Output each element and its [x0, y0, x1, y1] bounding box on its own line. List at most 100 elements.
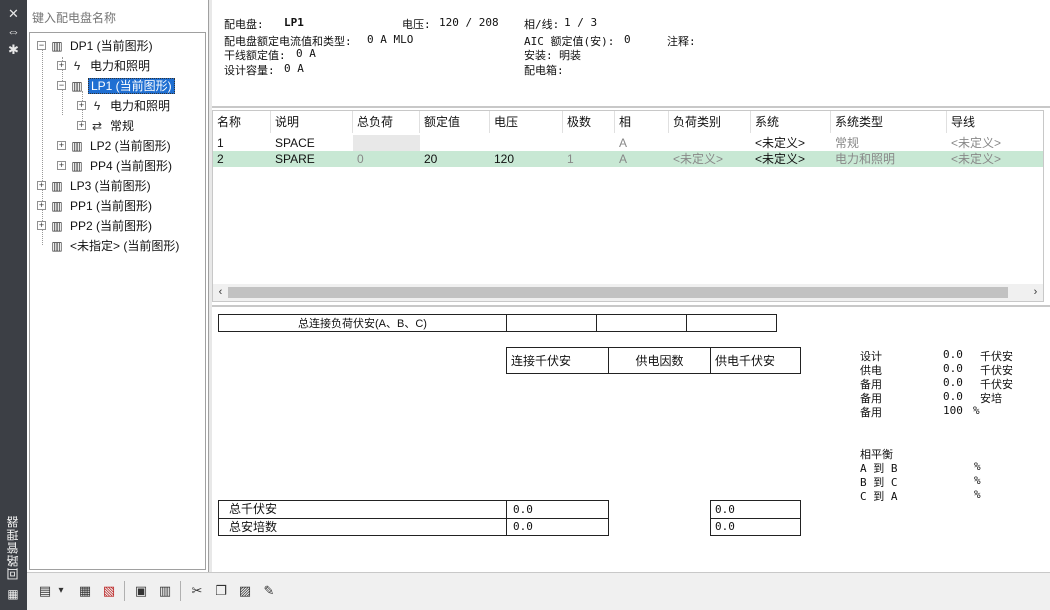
- settings-icon[interactable]: ✱: [6, 42, 21, 57]
- total-connected-label: 总连接负荷伏安(A、B、C): [219, 315, 507, 331]
- panel-label: 配电盘:: [224, 18, 264, 31]
- column-header-system[interactable]: 系统: [751, 111, 831, 133]
- paste-icon[interactable]: ▨: [235, 581, 255, 601]
- column-header-phase[interactable]: 相: [615, 111, 669, 133]
- panel-icon: ▥: [71, 158, 83, 173]
- mount-label: 安装:: [524, 49, 553, 62]
- note-label: 注释:: [667, 35, 696, 48]
- copy-circuit-button[interactable]: ▣: [131, 581, 151, 601]
- table-row[interactable]: 2 SPARE 0 20 120 1 A <未定义> <未定义> 电力和照明 <…: [213, 151, 1043, 167]
- column-header-system-type[interactable]: 系统类型: [831, 111, 947, 133]
- spare-percent-unit: %: [973, 404, 980, 417]
- tree-item-unassigned[interactable]: ▥ <未指定> (当前图形): [50, 235, 181, 255]
- tree-item-lp1-power[interactable]: + ϟ 电力和照明: [77, 95, 172, 115]
- phase-label: 相/线:: [524, 18, 560, 31]
- new-panel-dropdown-icon[interactable]: ▾: [55, 581, 67, 601]
- column-header-load-category[interactable]: 负荷类别: [669, 111, 751, 133]
- spare-percent-value: 100: [943, 404, 963, 417]
- tree-item-pp1[interactable]: + ▥ PP1 (当前图形): [37, 195, 154, 215]
- horizontal-scrollbar[interactable]: ‹ ›: [213, 284, 1043, 301]
- design-capacity-value: 0 A: [284, 62, 304, 75]
- table-row[interactable]: 1 SPACE A <未定义> 常规 <未定义>: [213, 135, 1043, 151]
- design-capacity-label: 设计容量:: [224, 64, 275, 77]
- expand-icon[interactable]: +: [37, 201, 46, 211]
- demand-total-amps-value: 0.0: [715, 520, 735, 533]
- panel-icon: ▥: [51, 178, 63, 193]
- collapse-icon[interactable]: −: [57, 81, 66, 91]
- balance-ca-label: C 到 A: [860, 490, 898, 503]
- collapse-icon[interactable]: −: [37, 41, 46, 51]
- supply-value: 0.0: [943, 362, 963, 375]
- tree-view[interactable]: − ▥ DP1 (当前图形) + ϟ 电力和照明 − ▥ LP1 (当前图形) + ϟ 电力和照…: [29, 32, 206, 570]
- expand-icon[interactable]: +: [57, 161, 66, 171]
- expand-icon[interactable]: +: [57, 61, 66, 71]
- tree-item-lp1[interactable]: − ▥ LP1 (当前图形): [57, 75, 175, 95]
- column-header-description[interactable]: 说明: [271, 111, 353, 133]
- expand-icon[interactable]: +: [77, 101, 86, 111]
- total-kva-label: 总千伏安: [219, 501, 507, 518]
- paste-circuit-button[interactable]: ▥: [155, 581, 175, 601]
- column-header-poles[interactable]: 极数: [563, 111, 615, 133]
- phase-c-load: [687, 315, 777, 331]
- tree-item-dp1-power[interactable]: + ϟ 电力和照明: [57, 55, 152, 75]
- scroll-left-icon[interactable]: ‹: [213, 284, 228, 301]
- title-strip: ✕ ⇔ ✱ 回路管理器 ▦: [0, 0, 27, 610]
- total-amps-label: 总安培数: [219, 519, 507, 535]
- circuit-grid[interactable]: 名称 说明 总负荷 额定值 电压 极数 相 负荷类别 系统 系统类型 导线 1 …: [212, 110, 1044, 302]
- demand-factor-label: 供电因数: [609, 348, 711, 373]
- spare-kva-value: 0.0: [943, 376, 963, 389]
- pin-icon[interactable]: ⇔: [6, 24, 21, 39]
- tree-item-dp1[interactable]: − ▥ DP1 (当前图形): [37, 35, 155, 55]
- totals-table: 总千伏安 0.0 总安培数 0.0: [218, 500, 609, 536]
- tree-item-lp3[interactable]: + ▥ LP3 (当前图形): [37, 175, 153, 195]
- assign-icon[interactable]: ✎: [259, 581, 279, 601]
- connected-kva-label: 连接千伏安: [507, 348, 609, 373]
- design-value: 0.0: [943, 348, 963, 361]
- tree-item-pp4[interactable]: + ▥ PP4 (当前图形): [57, 155, 174, 175]
- expand-icon[interactable]: +: [77, 121, 86, 131]
- phase-value: 1 / 3: [564, 16, 598, 29]
- close-icon[interactable]: ✕: [6, 6, 21, 21]
- bottom-toolbar: ▤ ▾ ▦ ▧ ▣ ▥ ✂ ❐ ▨ ✎: [27, 572, 1050, 610]
- summary-area: 总连接负荷伏安(A、B、C) 连接千伏安 供电因数 供电千伏安 总千伏安 0.0…: [212, 305, 1050, 572]
- panel-header: 配电盘: LP1 电压: 120 / 208 相/线: 1 / 3 配电盘额定电…: [212, 0, 1050, 108]
- expand-icon[interactable]: +: [37, 221, 46, 231]
- voltage-value: 120 / 208: [439, 16, 499, 29]
- column-header-total-load[interactable]: 总负荷: [353, 111, 420, 133]
- copy-icon[interactable]: ❐: [211, 581, 231, 601]
- enclosure-label: 配电箱:: [524, 64, 564, 77]
- spare-amps-value: 0.0: [943, 390, 963, 403]
- new-panel-button[interactable]: ▤: [35, 581, 55, 601]
- column-header-voltage[interactable]: 电压: [490, 111, 563, 133]
- demand-header-row: 连接千伏安 供电因数 供电千伏安: [506, 347, 801, 374]
- phase-b-load: [597, 315, 687, 331]
- tree-item-lp2[interactable]: + ▥ LP2 (当前图形): [57, 135, 173, 155]
- aic-value: 0: [624, 33, 631, 46]
- expand-icon[interactable]: +: [37, 181, 46, 191]
- panel-icon: ▥: [51, 238, 63, 253]
- demand-kva-label: 供电千伏安: [715, 354, 776, 368]
- rating-value: 0 A MLO: [367, 33, 414, 46]
- tree-item-lp1-general[interactable]: + ⇄ 常规: [77, 115, 136, 135]
- panel-icon: ▥: [71, 78, 83, 93]
- cut-icon[interactable]: ✂: [187, 581, 207, 601]
- column-header-rating[interactable]: 额定值: [420, 111, 490, 133]
- balance-ca-unit: %: [974, 488, 981, 501]
- demand-total-kva-value: 0.0: [711, 501, 800, 519]
- column-header-name[interactable]: 名称: [213, 111, 271, 133]
- column-header-wire[interactable]: 导线: [947, 111, 1043, 133]
- scroll-right-icon[interactable]: ›: [1028, 284, 1043, 301]
- panel-icon: ▥: [51, 38, 63, 53]
- panel-icon: ▥: [51, 198, 63, 213]
- scrollbar-thumb[interactable]: [228, 287, 1008, 298]
- tree-item-pp2[interactable]: + ▥ PP2 (当前图形): [37, 215, 154, 235]
- delete-panel-button[interactable]: ▧: [99, 581, 119, 601]
- panel-search-input[interactable]: [29, 7, 205, 29]
- panel-value: LP1: [284, 16, 304, 29]
- total-amps-value: 0.0: [513, 520, 533, 533]
- main-rating-value: 0 A: [296, 47, 316, 60]
- expand-icon[interactable]: +: [57, 141, 66, 151]
- panel-properties-button[interactable]: ▦: [75, 581, 95, 601]
- balance-bc-unit: %: [974, 474, 981, 487]
- circuit-manager-icon: ▦: [7, 587, 19, 601]
